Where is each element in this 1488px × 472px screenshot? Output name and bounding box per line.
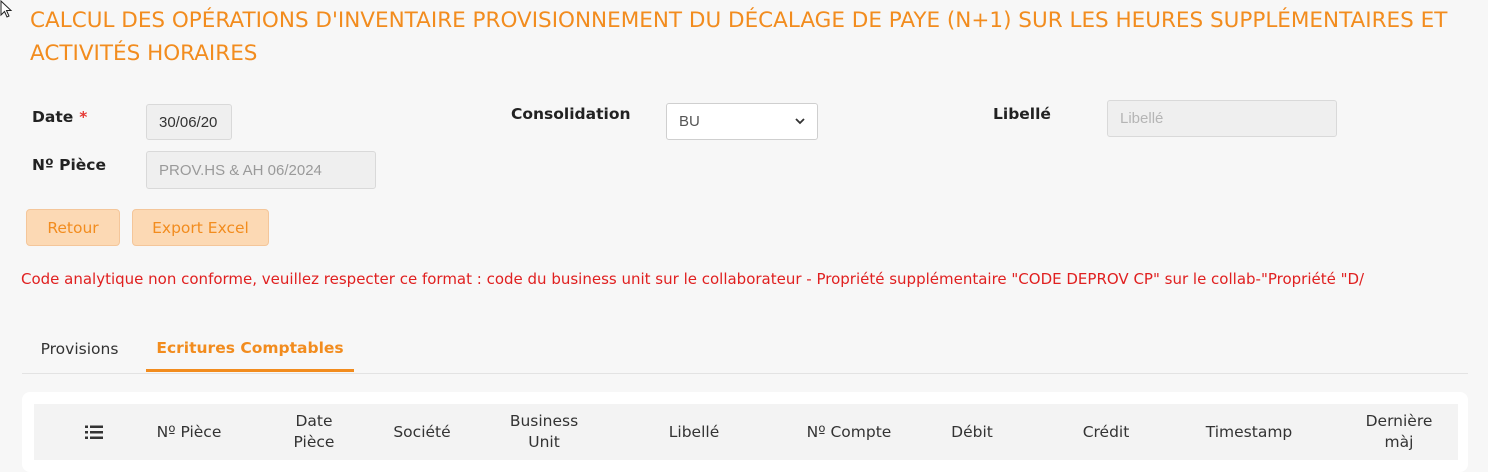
column-header-business-unit[interactable]: Business Unit xyxy=(494,404,594,460)
column-header-derniere-maj[interactable]: Dernière màj xyxy=(1349,404,1449,460)
column-header-societe[interactable]: Société xyxy=(374,404,470,460)
libelle-label: Libellé xyxy=(993,105,1051,123)
date-input[interactable]: 30/06/20 xyxy=(146,104,232,140)
back-button[interactable]: Retour xyxy=(26,209,120,246)
piece-label: Nº Pièce xyxy=(32,156,106,174)
required-marker: * xyxy=(79,108,88,126)
piece-input[interactable]: PROV.HS & AH 06/2024 xyxy=(146,151,376,189)
column-header-credit[interactable]: Crédit xyxy=(1058,404,1154,460)
tab-provisions[interactable]: Provisions xyxy=(22,326,137,372)
column-header-timestamp[interactable]: Timestamp xyxy=(1184,404,1314,460)
column-header-date-piece[interactable]: Date Pièce xyxy=(274,404,354,460)
table-card: Nº Pièce Date Pièce Société Business Uni… xyxy=(22,392,1468,472)
error-message: Code analytique non conforme, veuillez r… xyxy=(21,270,1365,288)
list-icon xyxy=(85,425,103,439)
consolidation-select[interactable]: BU xyxy=(666,103,818,140)
column-header-piece[interactable]: Nº Pièce xyxy=(134,404,244,460)
column-header-libelle[interactable]: Libellé xyxy=(634,404,754,460)
table-header: Nº Pièce Date Pièce Société Business Uni… xyxy=(34,404,1458,460)
tabs-bar: Provisions Ecritures Comptables xyxy=(22,326,1468,374)
mouse-cursor-icon xyxy=(0,0,13,18)
chevron-down-icon xyxy=(795,118,805,125)
date-label: Date * xyxy=(32,108,87,126)
tab-ecritures-comptables[interactable]: Ecritures Comptables xyxy=(146,326,354,372)
consolidation-selected-value: BU xyxy=(679,113,700,130)
column-header-compte[interactable]: Nº Compte xyxy=(804,404,894,460)
consolidation-label: Consolidation xyxy=(511,105,631,123)
libelle-input[interactable]: Libellé xyxy=(1107,100,1337,137)
export-excel-button[interactable]: Export Excel xyxy=(132,209,269,246)
column-chooser-button[interactable] xyxy=(74,404,114,460)
page-title: CALCUL DES OPÉRATIONS D'INVENTAIRE PROVI… xyxy=(30,8,1448,66)
column-header-debit[interactable]: Débit xyxy=(924,404,1020,460)
date-label-text: Date xyxy=(32,108,74,126)
